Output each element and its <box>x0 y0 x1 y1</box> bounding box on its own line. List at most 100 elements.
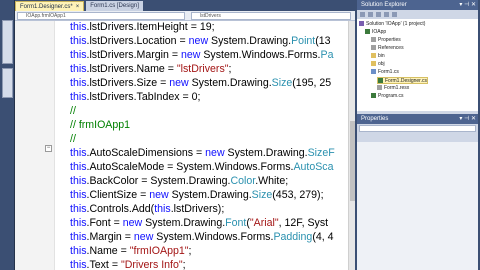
folder-icon <box>371 53 376 58</box>
tree-item-label: obj <box>378 61 385 67</box>
panel-pin-icon[interactable]: ▾ ⊣ ✕ <box>459 0 476 10</box>
code-line: this.AutoScaleDimensions = new System.Dr… <box>70 146 335 160</box>
code-line: // frmIOApp1 <box>70 118 130 132</box>
editor-vertical-scrollbar[interactable] <box>348 21 355 270</box>
code-line: this.lstDrivers.Location = new System.Dr… <box>70 34 331 48</box>
code-token: this <box>70 161 87 173</box>
toolbox-strip <box>0 0 15 270</box>
code-token: , 12F, Syst <box>278 217 329 229</box>
tree-item-label: Form1.Designer.cs <box>385 78 427 84</box>
code-token: AutoSca <box>293 161 334 173</box>
code-token: ; <box>228 63 232 75</box>
solution-tree-item[interactable]: obj <box>371 61 385 68</box>
resx-icon <box>377 85 382 90</box>
tree-item-label: IOApp <box>372 29 387 35</box>
code-token: .lstDrivers.Name = <box>86 63 177 75</box>
code-token: this <box>70 21 87 33</box>
code-token: // frmIOApp1 <box>70 119 131 131</box>
code-token: "lstDrivers" <box>176 63 229 75</box>
code-line: this.ClientSize = new System.Drawing.Siz… <box>70 188 324 202</box>
view-code-icon[interactable] <box>384 12 389 17</box>
panel-close-icon[interactable]: ▾ ⊣ ✕ <box>459 114 476 124</box>
code-token: System.Windows.Forms. <box>200 49 321 61</box>
code-token: .AutoScaleDimensions = <box>86 147 206 159</box>
code-token: Size <box>271 77 293 89</box>
properties-grid[interactable] <box>357 142 478 270</box>
data-sources-tab[interactable] <box>2 68 13 98</box>
code-token: new <box>122 217 143 229</box>
code-line: this.Font = new System.Drawing.Font("Ari… <box>70 216 328 230</box>
code-token: "Drivers Info" <box>120 259 183 270</box>
document-tabs: Form1.Designer.cs* × Form1.cs [Design] <box>15 0 355 11</box>
code-token: this <box>70 49 87 61</box>
code-token: .Margin = <box>86 231 134 243</box>
properties-button-icon[interactable] <box>360 12 365 17</box>
document-tab-label: Form1.cs [Design] <box>90 3 139 9</box>
code-token: this <box>70 245 87 257</box>
solution-tree-item[interactable]: Properties <box>371 37 401 44</box>
tree-item-label: bin <box>378 53 385 59</box>
code-token: this <box>70 35 87 47</box>
code-token: Font <box>225 217 247 229</box>
navigation-bar: IOApp.frmIOApp1 lstDrivers <box>15 11 355 21</box>
form-icon <box>371 69 376 74</box>
solution-tree-item[interactable]: Solution 'IOApp' (1 project) <box>359 21 425 28</box>
code-token: .BackColor = System.Drawing. <box>86 175 231 187</box>
code-token: this <box>70 259 87 270</box>
code-token: "frmIOApp1" <box>129 245 189 257</box>
code-token: .lstDrivers.Margin = <box>86 49 181 61</box>
refresh-icon[interactable] <box>376 12 381 17</box>
code-token: .lstDrivers.Location = <box>86 35 189 47</box>
code-token: new <box>169 77 189 89</box>
code-token: .White; <box>255 175 289 187</box>
code-line: this.lstDrivers.Size = new System.Drawin… <box>70 76 331 90</box>
code-token: .AutoScaleMode = System.Windows.Forms. <box>86 161 294 173</box>
code-token: ; <box>188 245 192 257</box>
close-tab-icon[interactable]: × <box>76 4 80 10</box>
tree-item-label: Form1.cs <box>378 69 399 75</box>
solution-tree-item[interactable]: Form1.cs <box>371 69 399 76</box>
solution-tree-item[interactable]: IOApp <box>365 29 386 36</box>
tree-item-label: Properties <box>378 37 401 43</box>
project-icon <box>365 29 370 34</box>
object-selector[interactable] <box>359 125 476 132</box>
document-tab[interactable]: Form1.cs [Design] <box>86 1 143 11</box>
tree-item-label: Solution 'IOApp' (1 project) <box>366 21 426 27</box>
solution-tree-item[interactable]: References <box>371 45 404 52</box>
document-tab[interactable]: Form1.Designer.cs* × <box>15 1 85 11</box>
properties-title: Properties ▾ ⊣ ✕ <box>357 114 478 124</box>
code-line: this.Name = "frmIOApp1"; <box>70 244 191 258</box>
code-line: // <box>70 132 76 146</box>
code-token: .lstDrivers.ItemHeight = 19; <box>86 21 215 33</box>
member-dropdown[interactable]: lstDrivers <box>191 12 351 20</box>
code-area[interactable]: this.lstDrivers.ItemHeight = 19; this.lst… <box>70 21 355 270</box>
folder-icon <box>371 61 376 66</box>
code-token: ; <box>182 259 186 270</box>
solution-tree-item[interactable]: bin <box>371 53 385 60</box>
code-token: this <box>70 77 87 89</box>
solution-tree-item[interactable]: Form1.Designer.cs <box>377 77 428 84</box>
code-token: System.Drawing. <box>168 189 252 201</box>
show-all-files-icon[interactable] <box>368 12 373 17</box>
outline-collapse-icon[interactable]: − <box>45 145 52 152</box>
toolbox-tab[interactable] <box>2 20 13 64</box>
code-token: System.Windows.Forms. <box>153 231 274 243</box>
code-token: // <box>70 105 76 117</box>
code-token: (4, 4 <box>312 231 334 243</box>
code-token: Size <box>251 189 273 201</box>
solution-tree: Solution 'IOApp' (1 project) IOApp Propert… <box>357 19 478 111</box>
code-token: this <box>70 175 87 187</box>
code-token: .Name = <box>86 245 130 257</box>
view-designer-icon[interactable] <box>392 12 397 17</box>
properties-toolbar <box>357 124 478 142</box>
code-line: // <box>70 104 76 118</box>
code-token: Pa <box>320 49 334 61</box>
code-token: this <box>70 203 87 215</box>
code-token: // <box>70 133 76 145</box>
code-token: .ClientSize = <box>86 189 150 201</box>
code-line: this.lstDrivers.ItemHeight = 19; <box>70 21 215 34</box>
solution-tree-item[interactable]: Program.cs <box>371 93 404 100</box>
solution-tree-item[interactable]: Form1.resx <box>377 85 409 92</box>
type-dropdown[interactable]: IOApp.frmIOApp1 <box>17 12 185 20</box>
code-token: .Controls.Add( <box>86 203 155 215</box>
